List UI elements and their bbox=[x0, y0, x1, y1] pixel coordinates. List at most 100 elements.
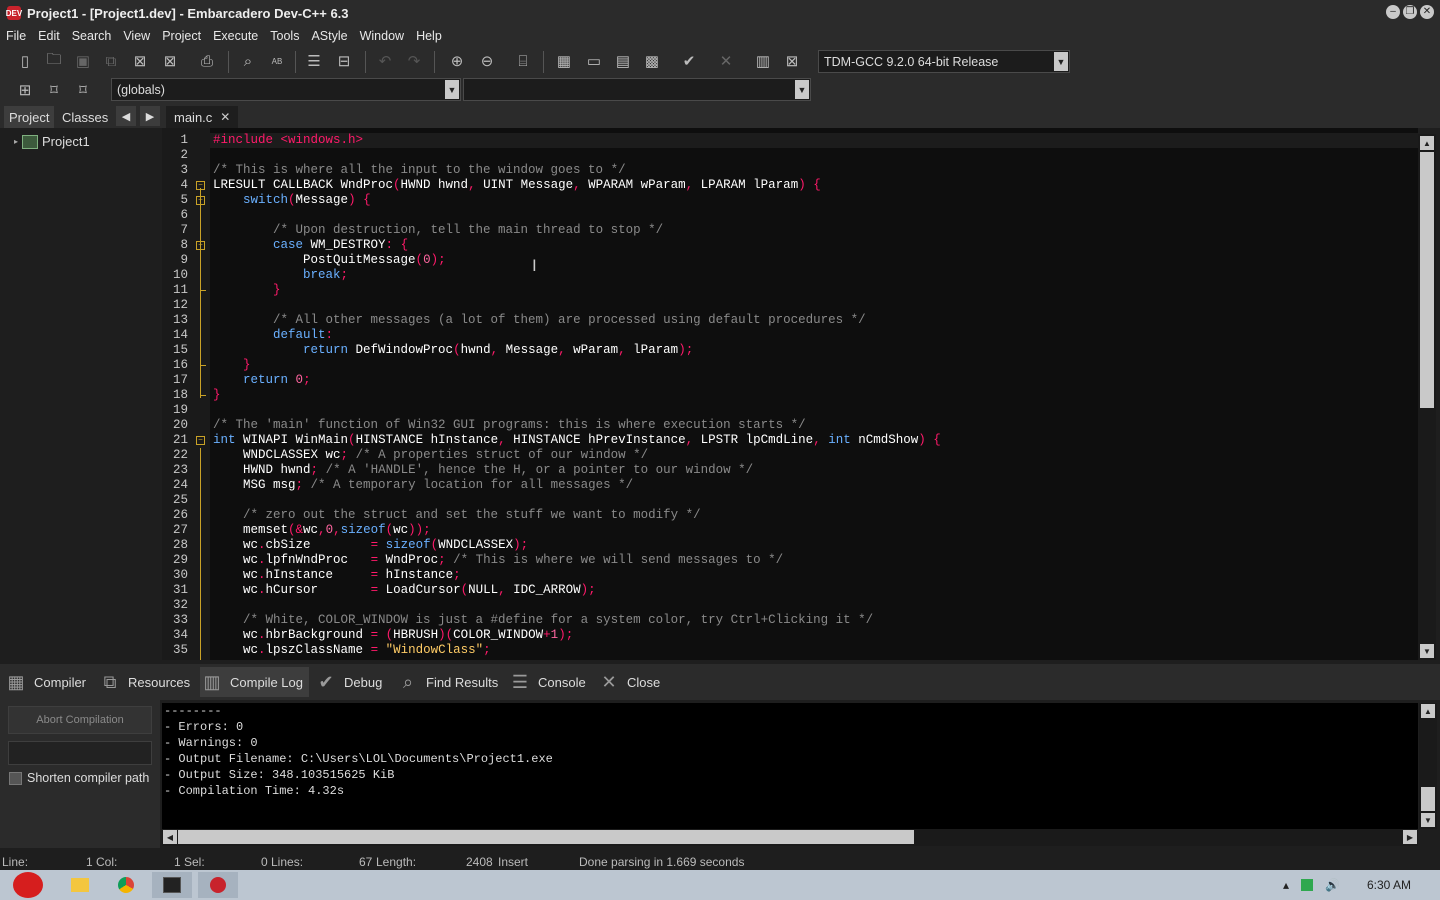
chevron-right-icon[interactable]: ▶ bbox=[140, 106, 160, 126]
code-line[interactable]: 28 wc.cbSize = sizeof(WNDCLASSEX); bbox=[162, 538, 1418, 553]
compile-run-icon[interactable]: ▤ bbox=[612, 50, 634, 72]
close-tab-icon[interactable]: ✕ bbox=[220, 110, 230, 124]
function-select[interactable]: ▼ bbox=[463, 78, 811, 101]
tab-compiler[interactable]: ▦ Compiler bbox=[4, 667, 86, 697]
code-line[interactable]: 27 memset(&wc,0,sizeof(wc)); bbox=[162, 523, 1418, 538]
code-line[interactable]: 24 MSG msg; /* A temporary location for … bbox=[162, 478, 1418, 493]
find-icon[interactable]: ⌕ bbox=[237, 50, 259, 72]
syntax-check-icon[interactable]: ✔ bbox=[678, 50, 700, 72]
tab-project[interactable]: Project bbox=[4, 106, 55, 128]
menu-view[interactable]: View bbox=[117, 29, 156, 43]
menu-search[interactable]: Search bbox=[66, 29, 118, 43]
add-to-project-icon[interactable]: ⊕ bbox=[446, 50, 468, 72]
tab-debug[interactable]: ✔ Debug bbox=[314, 667, 382, 697]
fold-toggle-icon[interactable]: − bbox=[196, 181, 205, 190]
redo-icon[interactable]: ↷ bbox=[403, 50, 425, 72]
menu-edit[interactable]: Edit bbox=[32, 29, 66, 43]
scroll-thumb[interactable] bbox=[178, 830, 914, 844]
code-line[interactable]: 29 wc.lpfnWndProc = WndProc; /* This is … bbox=[162, 553, 1418, 568]
restore-icon[interactable]: ❐ bbox=[1403, 5, 1417, 19]
code-line[interactable]: 2 bbox=[162, 148, 1418, 163]
scroll-thumb[interactable] bbox=[1420, 152, 1434, 408]
compile-icon[interactable]: ▦ bbox=[553, 50, 575, 72]
scroll-up-icon[interactable]: ▲ bbox=[1421, 704, 1435, 718]
code-line[interactable]: 6 bbox=[162, 208, 1418, 223]
taskbar-devcpp[interactable] bbox=[198, 872, 238, 898]
menu-window[interactable]: Window bbox=[354, 29, 410, 43]
taskbar-terminal[interactable] bbox=[152, 872, 192, 898]
code-line[interactable]: 15 return DefWindowProc(hwnd, Message, w… bbox=[162, 343, 1418, 358]
code-line[interactable]: 4− LRESULT CALLBACK WndProc(HWND hwnd, UI… bbox=[162, 178, 1418, 193]
profile-icon[interactable]: ▥ bbox=[752, 50, 774, 72]
compiler-select[interactable]: TDM-GCC 9.2.0 64-bit Release ▼ bbox=[818, 50, 1070, 73]
code-line[interactable]: 9 PostQuitMessage(0); bbox=[162, 253, 1418, 268]
code-line[interactable]: 13 /* All other messages (a lot of them)… bbox=[162, 313, 1418, 328]
scroll-thumb[interactable] bbox=[1421, 787, 1435, 811]
menu-help[interactable]: Help bbox=[410, 29, 448, 43]
replace-icon[interactable]: AB bbox=[266, 50, 288, 72]
tab-console[interactable]: ☰ Console bbox=[508, 667, 586, 697]
code-line[interactable]: 12 bbox=[162, 298, 1418, 313]
close-all-icon[interactable]: ⊠ bbox=[159, 50, 181, 72]
tab-compile-log[interactable]: ▥ Compile Log bbox=[200, 667, 309, 697]
save-all-icon[interactable]: ⧉ bbox=[100, 50, 122, 72]
code-line[interactable]: 17 return 0; bbox=[162, 373, 1418, 388]
menu-tools[interactable]: Tools bbox=[264, 29, 305, 43]
chevron-left-icon[interactable]: ◀ bbox=[116, 106, 136, 126]
code-editor[interactable]: I 1 #include <windows.h> 2 3/* This is wher… bbox=[162, 128, 1418, 660]
code-line[interactable]: 11 } bbox=[162, 283, 1418, 298]
editor-vertical-scrollbar[interactable]: ▲ ▼ bbox=[1418, 134, 1436, 660]
scope-select[interactable]: (globals) ▼ bbox=[111, 78, 461, 101]
tab-find-results[interactable]: ⌕ Find Results bbox=[396, 667, 498, 697]
scroll-up-icon[interactable]: ▲ bbox=[1420, 136, 1434, 150]
rebuild-all-icon[interactable]: ▩ bbox=[641, 50, 663, 72]
fold-toggle-icon[interactable]: − bbox=[196, 241, 205, 250]
code-line[interactable]: 3 /* This is where all the input to the w… bbox=[162, 163, 1418, 178]
fold-toggle-icon[interactable]: − bbox=[196, 436, 205, 445]
code-line[interactable]: 18} bbox=[162, 388, 1418, 403]
tab-classes[interactable]: Classes bbox=[57, 106, 113, 128]
minimize-icon[interactable]: – bbox=[1386, 5, 1400, 19]
code-line[interactable]: 33 /* White, COLOR_WINDOW is just a #def… bbox=[162, 613, 1418, 628]
menu-file[interactable]: File bbox=[0, 29, 32, 43]
toggle-bookmark-icon[interactable]: ⌑ bbox=[72, 79, 94, 101]
chevron-down-icon[interactable]: ▼ bbox=[1054, 52, 1068, 71]
close-window-icon[interactable]: ✕ bbox=[1420, 5, 1434, 19]
goto-icon[interactable]: ⊞ bbox=[14, 79, 36, 101]
close-file-icon[interactable]: ⊠ bbox=[129, 50, 151, 72]
log-horizontal-scrollbar[interactable]: ◀ ▶ bbox=[162, 829, 1418, 846]
menu-project[interactable]: Project bbox=[156, 29, 207, 43]
tree-item-project1[interactable]: ▸ Project1 bbox=[14, 134, 90, 149]
tab-resources[interactable]: ⧉ Resources bbox=[98, 667, 191, 697]
code-line[interactable]: 21− int WINAPI WinMain(HINSTANCE hInstanc… bbox=[162, 433, 1418, 448]
save-icon[interactable]: ▣ bbox=[72, 50, 94, 72]
code-line[interactable]: 22 WNDCLASSEX wc; /* A properties struct… bbox=[162, 448, 1418, 463]
run-icon[interactable]: ▭ bbox=[583, 50, 605, 72]
scroll-left-icon[interactable]: ◀ bbox=[163, 830, 177, 844]
code-line[interactable]: 30 wc.hInstance = hInstance; bbox=[162, 568, 1418, 583]
chevron-down-icon[interactable]: ▼ bbox=[445, 80, 459, 99]
code-line[interactable]: 8− case WM_DESTROY: { bbox=[162, 238, 1418, 253]
expand-icon[interactable]: ▸ bbox=[14, 137, 18, 146]
code-line[interactable]: 31 wc.hCursor = LoadCursor(NULL, IDC_ARR… bbox=[162, 583, 1418, 598]
fold-toggle-icon[interactable]: − bbox=[196, 196, 205, 205]
scroll-down-icon[interactable]: ▼ bbox=[1420, 644, 1434, 658]
code-line[interactable]: 23 HWND hwnd; /* A 'HANDLE', hence the H… bbox=[162, 463, 1418, 478]
bookmark-icon[interactable]: ⌑ bbox=[43, 79, 65, 101]
new-file-icon[interactable]: ▯ bbox=[14, 50, 36, 72]
stop-execution-icon[interactable]: ✕ bbox=[715, 50, 737, 72]
open-folder-icon[interactable]: 🗀 bbox=[43, 50, 65, 72]
tab-main-c[interactable]: main.c ✕ bbox=[166, 106, 239, 128]
code-line[interactable]: 20 /* The 'main' function of Win32 GUI pr… bbox=[162, 418, 1418, 433]
taskbar-explorer[interactable] bbox=[60, 872, 100, 898]
code-line[interactable]: 10 break; bbox=[162, 268, 1418, 283]
unindent-icon[interactable]: ⊟ bbox=[333, 50, 355, 72]
project-options-icon[interactable]: ⌸ bbox=[512, 50, 534, 72]
tray-expand-icon[interactable]: ▴ bbox=[1283, 878, 1289, 892]
code-line[interactable]: 16 } bbox=[162, 358, 1418, 373]
code-line[interactable]: 25 bbox=[162, 493, 1418, 508]
print-icon[interactable]: ⎙ bbox=[196, 50, 218, 72]
code-line[interactable]: 26 /* zero out the struct and set the st… bbox=[162, 508, 1418, 523]
scroll-down-icon[interactable]: ▼ bbox=[1421, 813, 1435, 827]
code-line[interactable]: 34 wc.hbrBackground = (HBRUSH)(COLOR_WIN… bbox=[162, 628, 1418, 643]
